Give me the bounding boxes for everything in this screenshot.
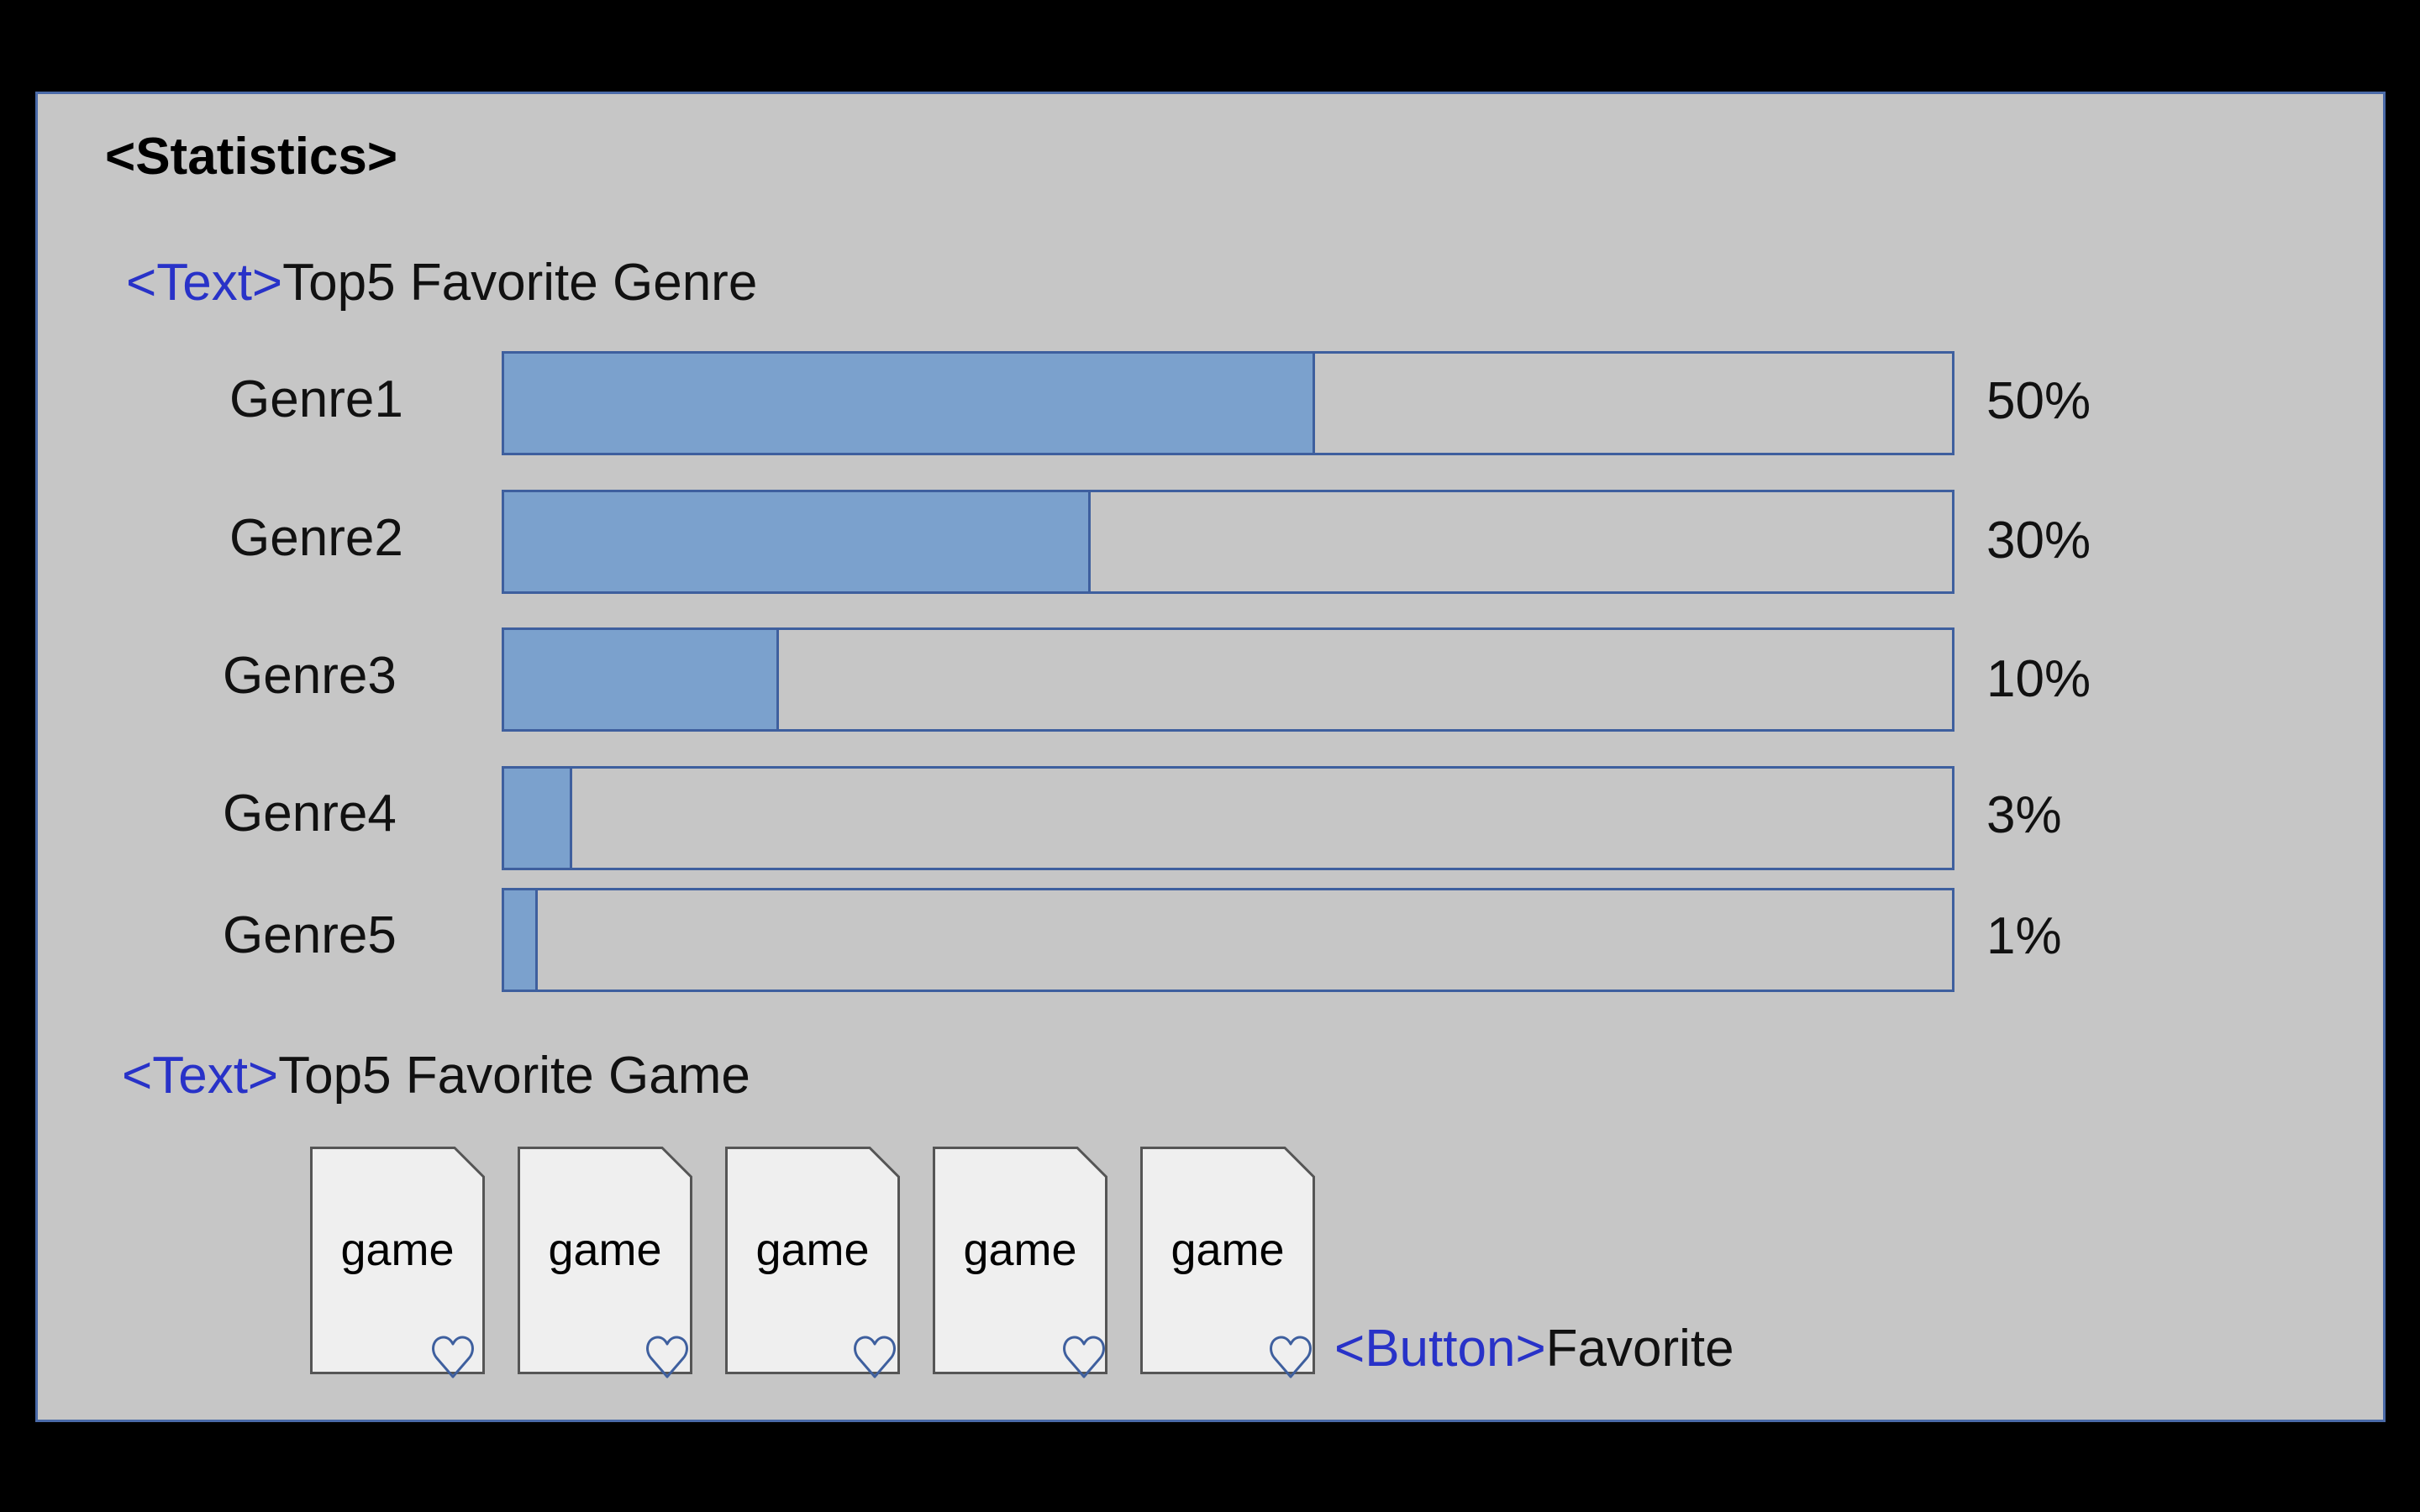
- genre-bar: [502, 888, 1954, 992]
- game-label: game: [548, 1225, 662, 1275]
- genre-bar: [502, 627, 1954, 732]
- genre-label: Genre4: [223, 785, 397, 843]
- text-tag: <Text>: [126, 254, 283, 312]
- genre-percent: 50%: [1986, 372, 2091, 430]
- genre-section-heading: <Text>Top5 Favorite Genre: [126, 253, 757, 312]
- genre-percent: 3%: [1986, 786, 2062, 844]
- genre-bar-fill: [504, 354, 1315, 453]
- genre-bar: [502, 490, 1954, 594]
- favorite-label: Favorite: [1545, 1320, 1734, 1378]
- genre-label: Genre2: [229, 509, 403, 567]
- genre-percent: 10%: [1986, 650, 2091, 708]
- game-label: game: [755, 1225, 870, 1275]
- genre-bar-fill: [504, 769, 572, 868]
- game-label: game: [963, 1225, 1077, 1275]
- genre-label: Genre3: [223, 647, 397, 705]
- heart-icon[interactable]: [429, 1332, 476, 1379]
- bottom-letterbox: [0, 1436, 2420, 1512]
- top-letterbox: [0, 0, 2420, 76]
- genre-percent: 1%: [1986, 907, 2062, 965]
- game-section-heading: <Text>Top5 Favorite Game: [122, 1046, 750, 1105]
- genre-bar: [502, 351, 1954, 455]
- button-tag: <Button>: [1334, 1320, 1546, 1378]
- genre-bar-fill: [504, 492, 1091, 591]
- genre-bar: [502, 766, 1954, 870]
- heart-icon[interactable]: [644, 1332, 691, 1379]
- genre-percent: 30%: [1986, 512, 2091, 570]
- text-tag: <Text>: [122, 1047, 279, 1105]
- favorite-button-annotation: <Button>Favorite: [1334, 1319, 1734, 1378]
- game-label: game: [340, 1225, 455, 1275]
- heart-icon[interactable]: [851, 1332, 898, 1379]
- game-label: game: [1171, 1225, 1285, 1275]
- heart-icon[interactable]: [1267, 1332, 1314, 1379]
- page-title: <Statistics>: [105, 128, 398, 186]
- genre-section-title: Top5 Favorite Genre: [282, 254, 758, 312]
- genre-bar-fill: [504, 890, 538, 990]
- game-section-title: Top5 Favorite Game: [278, 1047, 750, 1105]
- genre-label: Genre5: [223, 906, 397, 964]
- heart-icon[interactable]: [1060, 1332, 1107, 1379]
- genre-label: Genre1: [229, 370, 403, 428]
- genre-bar-fill: [504, 630, 780, 729]
